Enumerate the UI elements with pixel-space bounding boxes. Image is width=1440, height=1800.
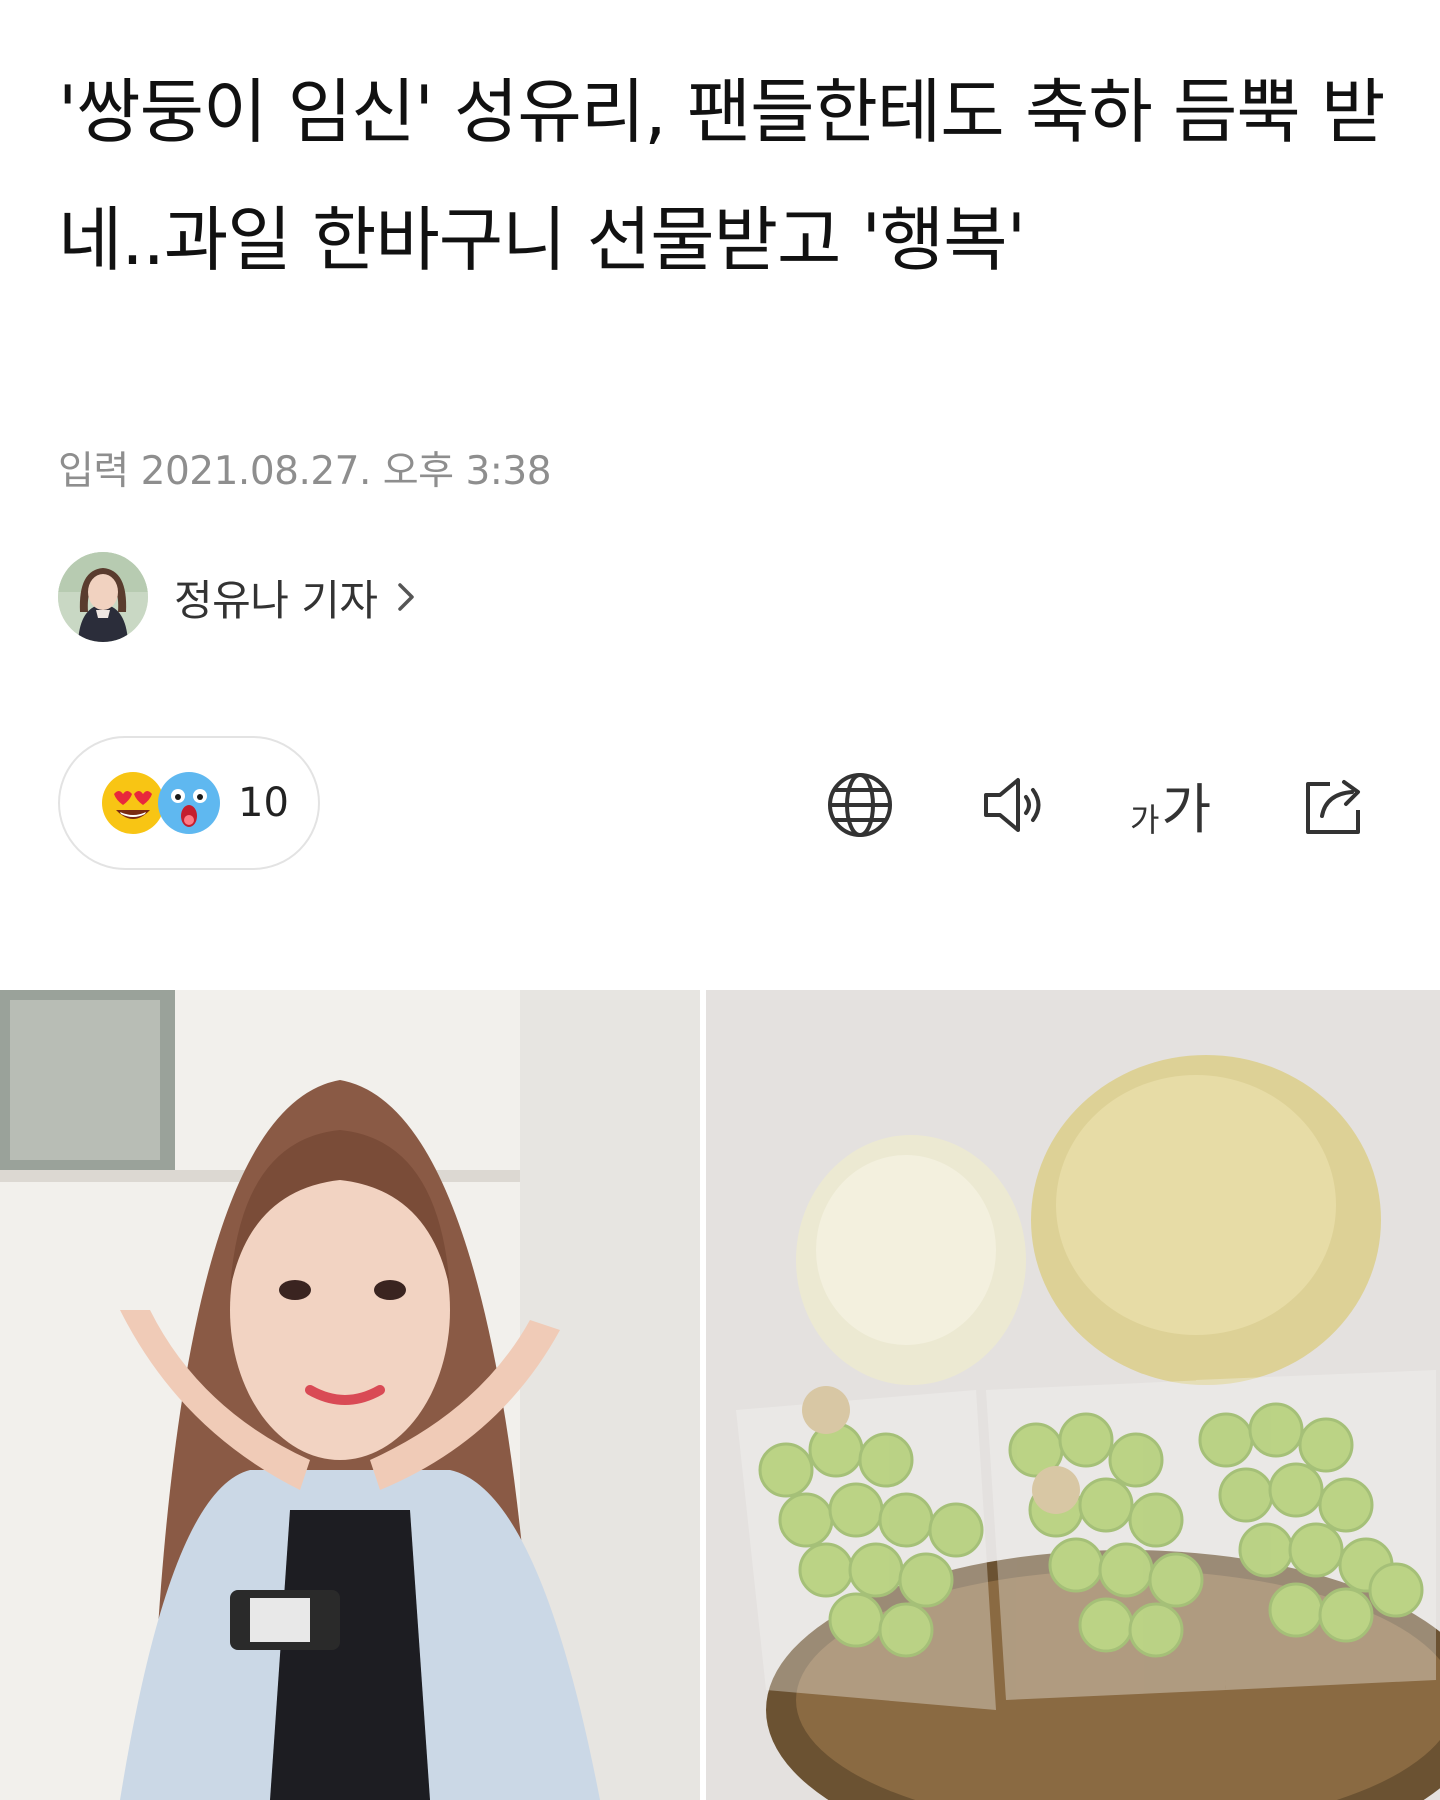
font-size-button[interactable]: 가 가: [1130, 772, 1220, 842]
article-headline: '쌍둥이 임신' 성유리, 팬들한테도 축하 듬뿍 받네..과일 한바구니 선물…: [58, 71, 1385, 281]
article-photo-fruit: [706, 990, 1440, 1800]
published-time: 오후 3:38: [382, 449, 552, 494]
font-size-small-label: 가: [1130, 801, 1160, 839]
reaction-count: 10: [238, 780, 289, 826]
published-label: 입력: [58, 449, 129, 494]
article-photo-person: [0, 990, 700, 1800]
reaction-button[interactable]: 10: [58, 736, 320, 870]
published-info: 입력 2021.08.27. 오후 3:38: [58, 440, 552, 496]
font-size-large-label: 가: [1161, 778, 1212, 841]
share-icon[interactable]: [1300, 770, 1370, 840]
reporter-link[interactable]: 정유나 기자: [58, 552, 420, 642]
speaker-icon[interactable]: [980, 770, 1050, 840]
chevron-right-icon: [392, 577, 420, 617]
shocked-emoji-icon: [156, 770, 222, 836]
globe-icon[interactable]: [825, 770, 895, 840]
reporter-avatar: [58, 552, 148, 642]
reporter-name: 정유나 기자: [174, 575, 378, 625]
published-date: 2021.08.27.: [140, 449, 372, 494]
